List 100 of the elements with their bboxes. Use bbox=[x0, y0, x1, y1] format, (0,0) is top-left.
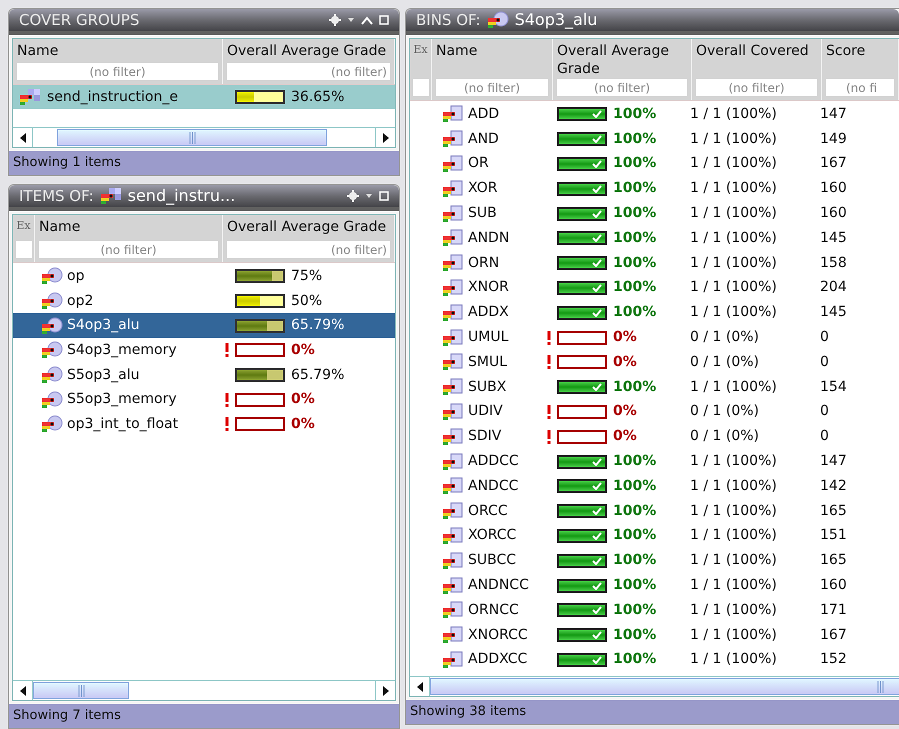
grade-value: 0% bbox=[291, 414, 315, 434]
bin-name: SMUL bbox=[468, 352, 508, 372]
score-cell-text: 158 bbox=[819, 254, 847, 273]
covered-cell-text: 1 / 1 (100%) bbox=[689, 254, 778, 273]
panel-title: BINS OF: bbox=[416, 10, 481, 31]
covered-cell-text: 0 / 1 (0%) bbox=[689, 352, 760, 372]
covered-cell-text: 1 / 1 (100%) bbox=[689, 626, 778, 645]
settings-icon[interactable] bbox=[329, 14, 341, 26]
check-icon bbox=[592, 259, 602, 268]
settings-icon[interactable] bbox=[347, 190, 359, 202]
covered-cell-text: 0 / 1 (0%) bbox=[689, 328, 760, 348]
bin-icon bbox=[442, 526, 464, 545]
table-row[interactable]: send_instruction_e 36.65% bbox=[13, 85, 395, 109]
bin-icon bbox=[442, 130, 464, 148]
maximize-icon[interactable] bbox=[379, 191, 389, 201]
bin-name: SUBX bbox=[468, 378, 506, 397]
item-name: op bbox=[67, 266, 84, 286]
grade-value: 50% bbox=[291, 292, 322, 311]
chevron-up-icon[interactable] bbox=[361, 16, 373, 24]
bin-icon bbox=[442, 378, 464, 396]
bin-name: UDIV bbox=[468, 402, 503, 422]
item-icon bbox=[486, 11, 509, 29]
grade-value: 0% bbox=[613, 352, 637, 372]
column-header[interactable]: Overall Average Grade (no filter) bbox=[223, 215, 395, 262]
bin-icon bbox=[442, 353, 464, 372]
filter-field[interactable]: (no filter) bbox=[227, 241, 390, 258]
check-icon bbox=[592, 160, 602, 168]
column-header[interactable]: Name (no filter) bbox=[13, 39, 223, 84]
horizontal-scrollbar[interactable] bbox=[13, 680, 395, 700]
grade-value: 0% bbox=[613, 328, 637, 348]
scroll-right-icon[interactable] bbox=[382, 686, 388, 696]
scroll-left-icon[interactable] bbox=[20, 686, 26, 696]
table-row[interactable]: S4op3_alu 65.79% bbox=[13, 313, 395, 338]
filter-field[interactable]: (no filter) bbox=[436, 79, 548, 96]
bin-name: ORCC bbox=[468, 502, 508, 521]
caret-down-icon[interactable] bbox=[365, 193, 373, 199]
scroll-thumb[interactable] bbox=[57, 129, 327, 146]
covered-cell-text: 0 / 1 (0%) bbox=[689, 427, 760, 446]
filter-field[interactable]: (no filter) bbox=[557, 79, 687, 96]
column-header[interactable]: Name (no filter) bbox=[432, 39, 553, 100]
check-icon bbox=[592, 184, 602, 193]
item-name: op2 bbox=[67, 292, 94, 311]
horizontal-scrollbar[interactable] bbox=[13, 127, 395, 147]
grade-value: 100% bbox=[613, 600, 656, 620]
covered-cell-text: 1 / 1 (100%) bbox=[689, 452, 778, 472]
column-header[interactable]: Overall Average Grade (no filter) bbox=[223, 39, 395, 84]
warning-icon bbox=[225, 392, 229, 407]
filter-field[interactable]: (no fi bbox=[826, 79, 894, 96]
bin-name: ADDCC bbox=[468, 452, 519, 472]
warning-icon bbox=[225, 343, 229, 358]
grade-value: 100% bbox=[613, 254, 656, 273]
score-cell-text: 145 bbox=[819, 228, 847, 248]
grade-value: 0% bbox=[291, 390, 315, 410]
filter-field[interactable]: (no filter) bbox=[39, 241, 218, 258]
horizontal-scrollbar[interactable] bbox=[410, 676, 899, 696]
bin-name: XNORCC bbox=[468, 626, 528, 645]
filter-field[interactable]: (no filter) bbox=[227, 63, 390, 80]
check-icon bbox=[592, 656, 602, 664]
scroll-left-icon[interactable] bbox=[416, 682, 422, 692]
warning-icon bbox=[225, 417, 229, 432]
score-cell-text: 0 bbox=[819, 352, 829, 372]
caret-down-icon[interactable] bbox=[347, 17, 355, 23]
column-header[interactable]: Ex bbox=[410, 39, 432, 100]
scroll-right-icon[interactable] bbox=[382, 132, 388, 142]
bin-icon bbox=[442, 154, 464, 173]
bin-name: ORN bbox=[468, 254, 500, 273]
check-icon bbox=[592, 556, 602, 565]
column-header[interactable]: Name (no filter) bbox=[35, 215, 223, 262]
group-icon bbox=[100, 187, 122, 205]
maximize-icon[interactable] bbox=[379, 15, 389, 25]
panel-title: ITEMS OF: bbox=[19, 186, 94, 207]
item-icon bbox=[41, 292, 63, 310]
bin-name: ANDN bbox=[468, 228, 510, 248]
scroll-thumb[interactable] bbox=[33, 682, 129, 699]
grip-icon bbox=[78, 684, 84, 696]
column-header[interactable]: Overall Covered (no filter) bbox=[692, 39, 822, 100]
item-icon bbox=[41, 341, 63, 360]
check-icon bbox=[592, 507, 602, 516]
filter-field[interactable]: (no filter) bbox=[17, 63, 218, 80]
status-bar: Showing 38 items bbox=[406, 700, 899, 724]
column-header[interactable]: Overall Average Grade (no filter) bbox=[553, 39, 692, 100]
grade-value: 100% bbox=[613, 650, 656, 670]
grade-value: 100% bbox=[613, 551, 656, 570]
score-cell-text: 167 bbox=[819, 154, 847, 174]
scroll-left-icon[interactable] bbox=[20, 132, 26, 142]
column-header[interactable]: Ex bbox=[13, 215, 35, 262]
filter-field[interactable]: (no filter) bbox=[696, 79, 817, 96]
panel-title: COVER GROUPS bbox=[19, 10, 140, 31]
score-cell-text: 145 bbox=[819, 303, 847, 322]
score-cell-text: 152 bbox=[819, 650, 847, 670]
grade-value: 65.79% bbox=[291, 316, 344, 336]
bin-name: ANDCC bbox=[468, 476, 518, 496]
covered-cell-text: 1 / 1 (100%) bbox=[689, 303, 778, 322]
warning-icon bbox=[547, 330, 551, 345]
check-icon bbox=[592, 532, 602, 540]
score-cell-text: 0 bbox=[819, 328, 829, 348]
check-icon bbox=[592, 110, 602, 118]
item-icon bbox=[41, 415, 63, 434]
column-header[interactable]: Score (no fi bbox=[822, 39, 899, 100]
warning-icon bbox=[547, 404, 551, 419]
